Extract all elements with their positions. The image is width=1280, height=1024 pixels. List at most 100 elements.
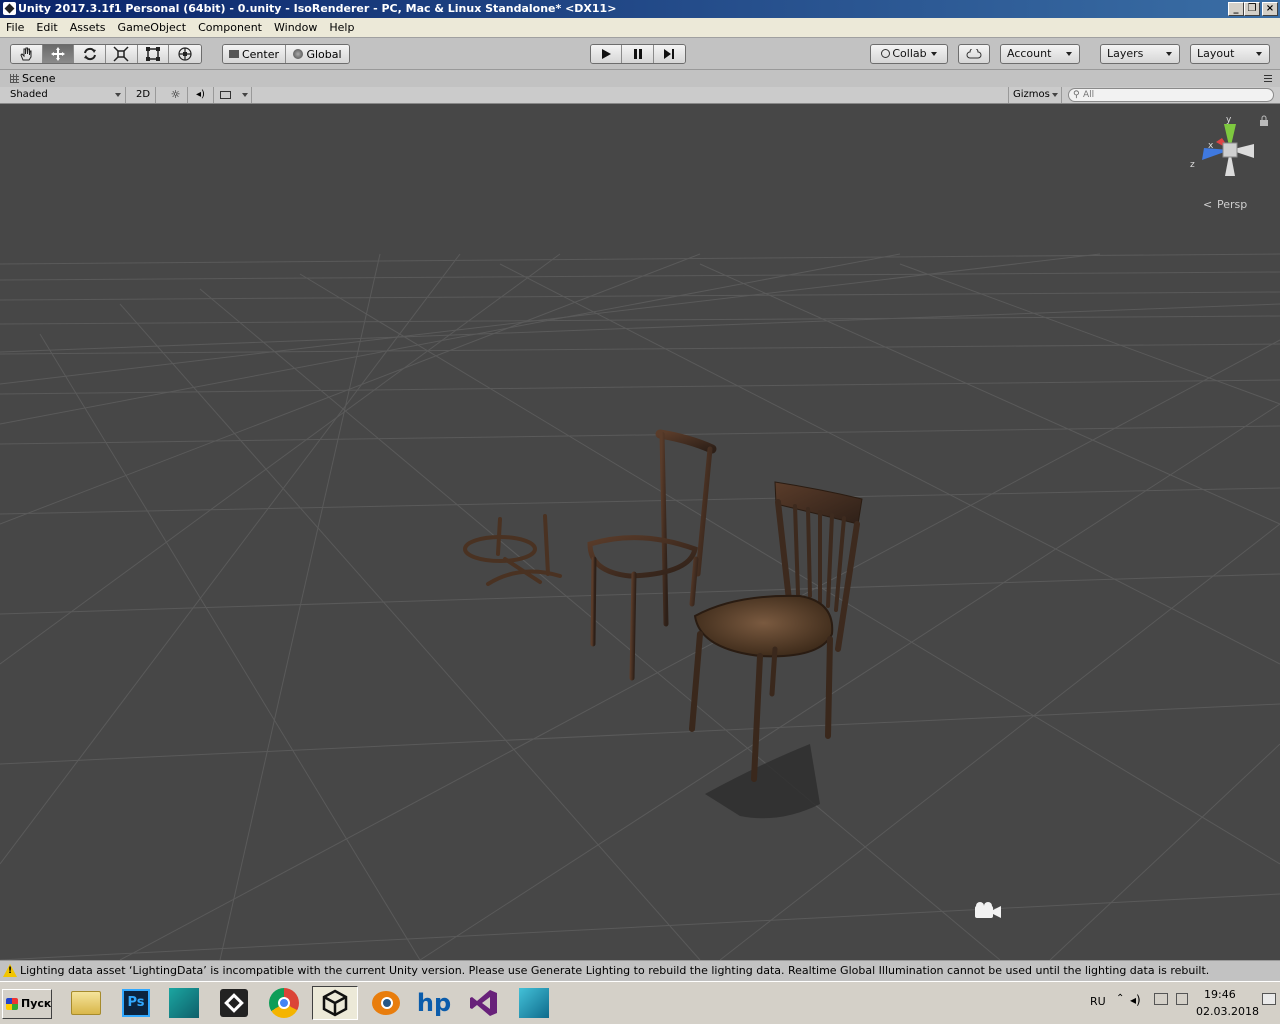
clock-time[interactable]: 19:46 bbox=[1204, 988, 1236, 1001]
check-icon bbox=[881, 49, 891, 58]
taskbar-app-hp[interactable]: hp bbox=[416, 986, 452, 1020]
close-button[interactable]: × bbox=[1262, 2, 1278, 16]
scene-tab-strip: Scene bbox=[0, 70, 1280, 87]
window-title: Unity 2017.3.1f1 Personal (64bit) - 0.un… bbox=[18, 2, 617, 15]
chevron-down-icon bbox=[1066, 52, 1072, 56]
chevron-down-icon bbox=[242, 93, 248, 97]
console-status-bar[interactable]: Lighting data asset ‘LightingData’ is in… bbox=[0, 960, 1280, 980]
account-dropdown[interactable]: Account bbox=[1000, 44, 1080, 64]
windows-flag-icon bbox=[6, 998, 18, 1010]
pivot-toggle-group: Center Global bbox=[222, 44, 350, 64]
display-icon[interactable] bbox=[1176, 993, 1188, 1005]
hp-icon: hp bbox=[416, 989, 452, 1017]
gizmo-y-label: y bbox=[1226, 115, 1232, 125]
pivot-center-toggle[interactable]: Center bbox=[223, 45, 287, 63]
hand-icon[interactable] bbox=[11, 45, 43, 63]
speaker-icon: ◂) bbox=[196, 89, 205, 100]
scene-grid-icon bbox=[10, 74, 19, 83]
tab-menu-icon[interactable] bbox=[1264, 73, 1272, 83]
scene-canvas[interactable]: y x z < Persp bbox=[0, 104, 1280, 960]
start-button[interactable]: Пуск bbox=[2, 989, 52, 1019]
menu-component[interactable]: Component bbox=[192, 18, 268, 38]
broken-chair-model[interactable] bbox=[463, 514, 562, 586]
collab-button[interactable]: Collab bbox=[870, 44, 948, 64]
menu-help[interactable]: Help bbox=[323, 18, 360, 38]
taskbar-app-chrome[interactable] bbox=[266, 986, 302, 1020]
scene-effects-dropdown[interactable] bbox=[216, 87, 252, 103]
visual-studio-icon bbox=[470, 990, 497, 1016]
volume-icon[interactable]: ◂) bbox=[1130, 993, 1141, 1007]
minimize-button[interactable]: _ bbox=[1228, 2, 1244, 16]
layout-dropdown[interactable]: Layout bbox=[1190, 44, 1270, 64]
photoshop-icon: Ps bbox=[122, 989, 150, 1017]
blender-icon bbox=[372, 991, 400, 1015]
gizmo-z-label: z bbox=[1190, 160, 1195, 170]
transform-icon[interactable] bbox=[169, 45, 201, 63]
taskbar-app-explorer[interactable] bbox=[68, 986, 104, 1020]
account-label: Account bbox=[1007, 47, 1052, 60]
status-message: Lighting data asset ‘LightingData’ is in… bbox=[20, 964, 1210, 977]
play-button[interactable] bbox=[591, 45, 623, 63]
window-title-bar[interactable]: Unity 2017.3.1f1 Personal (64bit) - 0.un… bbox=[0, 0, 1280, 18]
menu-assets[interactable]: Assets bbox=[64, 18, 112, 38]
chevron-down-icon bbox=[1256, 52, 1262, 56]
restore-button[interactable]: ❐ bbox=[1244, 2, 1260, 16]
projection-label[interactable]: Persp bbox=[1217, 198, 1247, 211]
menu-window[interactable]: Window bbox=[268, 18, 323, 38]
search-icon: ⚲ bbox=[1073, 90, 1080, 100]
back-arrow-icon: < bbox=[1203, 198, 1212, 211]
unity-hub-icon bbox=[220, 989, 248, 1017]
scene-viewport[interactable]: y x z < Persp bbox=[0, 104, 1280, 960]
globe-icon bbox=[293, 49, 304, 59]
taskbar-app-mudbox[interactable] bbox=[516, 986, 552, 1020]
menu-bar: File Edit Assets GameObject Component Window H… bbox=[0, 18, 1280, 38]
toggle-2d-label: 2D bbox=[136, 89, 151, 100]
unity-app-icon bbox=[3, 2, 16, 15]
chrome-icon bbox=[269, 988, 299, 1018]
layers-dropdown[interactable]: Layers bbox=[1100, 44, 1180, 64]
clock-date[interactable]: 02.03.2018 bbox=[1196, 1005, 1259, 1018]
taskbar-app-unity[interactable] bbox=[312, 986, 358, 1020]
scene-search-input[interactable] bbox=[1083, 89, 1269, 101]
unity-icon bbox=[322, 989, 348, 1017]
scene-search-field[interactable]: ⚲ bbox=[1068, 88, 1274, 102]
tab-scene[interactable]: Scene bbox=[4, 70, 124, 87]
chevron-down-icon bbox=[930, 52, 937, 56]
cloud-icon bbox=[966, 47, 982, 59]
taskbar-app-visual-studio[interactable] bbox=[466, 986, 502, 1020]
taskbar-app-unity-hub[interactable] bbox=[216, 986, 252, 1020]
shading-mode-dropdown[interactable]: Shaded bbox=[6, 87, 126, 103]
menu-edit[interactable]: Edit bbox=[30, 18, 63, 38]
menu-file[interactable]: File bbox=[0, 18, 30, 38]
system-tray: RU ⌃ ◂) 19:46 02.03.2018 bbox=[1090, 985, 1280, 1021]
rect-icon[interactable] bbox=[137, 45, 170, 63]
taskbar-app-blender[interactable] bbox=[368, 986, 404, 1020]
gizmos-label: Gizmos bbox=[1013, 89, 1050, 100]
step-button[interactable] bbox=[653, 45, 685, 63]
scene-lighting-toggle[interactable]: ☼ bbox=[164, 87, 188, 103]
chair-frame-model[interactable] bbox=[587, 429, 717, 681]
gizmos-dropdown[interactable]: Gizmos bbox=[1008, 87, 1062, 103]
tray-expand-icon[interactable]: ⌃ bbox=[1116, 993, 1124, 1004]
taskbar-app-3dsmax[interactable] bbox=[166, 986, 202, 1020]
network-icon[interactable] bbox=[1154, 993, 1168, 1005]
scene-audio-toggle[interactable]: ◂) bbox=[188, 87, 214, 103]
pivot-space-toggle[interactable]: Global bbox=[286, 45, 349, 63]
toggle-2d-button[interactable]: 2D bbox=[132, 87, 156, 103]
language-indicator[interactable]: RU bbox=[1090, 995, 1106, 1008]
menu-gameobject[interactable]: GameObject bbox=[112, 18, 193, 38]
scale-icon[interactable] bbox=[106, 45, 138, 63]
taskbar-app-photoshop[interactable]: Ps bbox=[118, 986, 154, 1020]
chair-model[interactable] bbox=[689, 481, 863, 782]
camera-gizmo-icon[interactable] bbox=[975, 902, 1001, 918]
space-label: Global bbox=[306, 47, 342, 61]
chevron-down-icon bbox=[1166, 52, 1172, 56]
cloud-button[interactable] bbox=[958, 44, 990, 64]
warning-icon bbox=[3, 964, 17, 977]
pivot-label: Center bbox=[241, 47, 280, 61]
pause-button[interactable] bbox=[622, 45, 654, 63]
rotate-icon[interactable] bbox=[74, 45, 107, 63]
move-icon[interactable] bbox=[42, 45, 75, 63]
file-explorer-icon bbox=[71, 991, 101, 1015]
show-desktop-icon[interactable] bbox=[1262, 993, 1276, 1005]
